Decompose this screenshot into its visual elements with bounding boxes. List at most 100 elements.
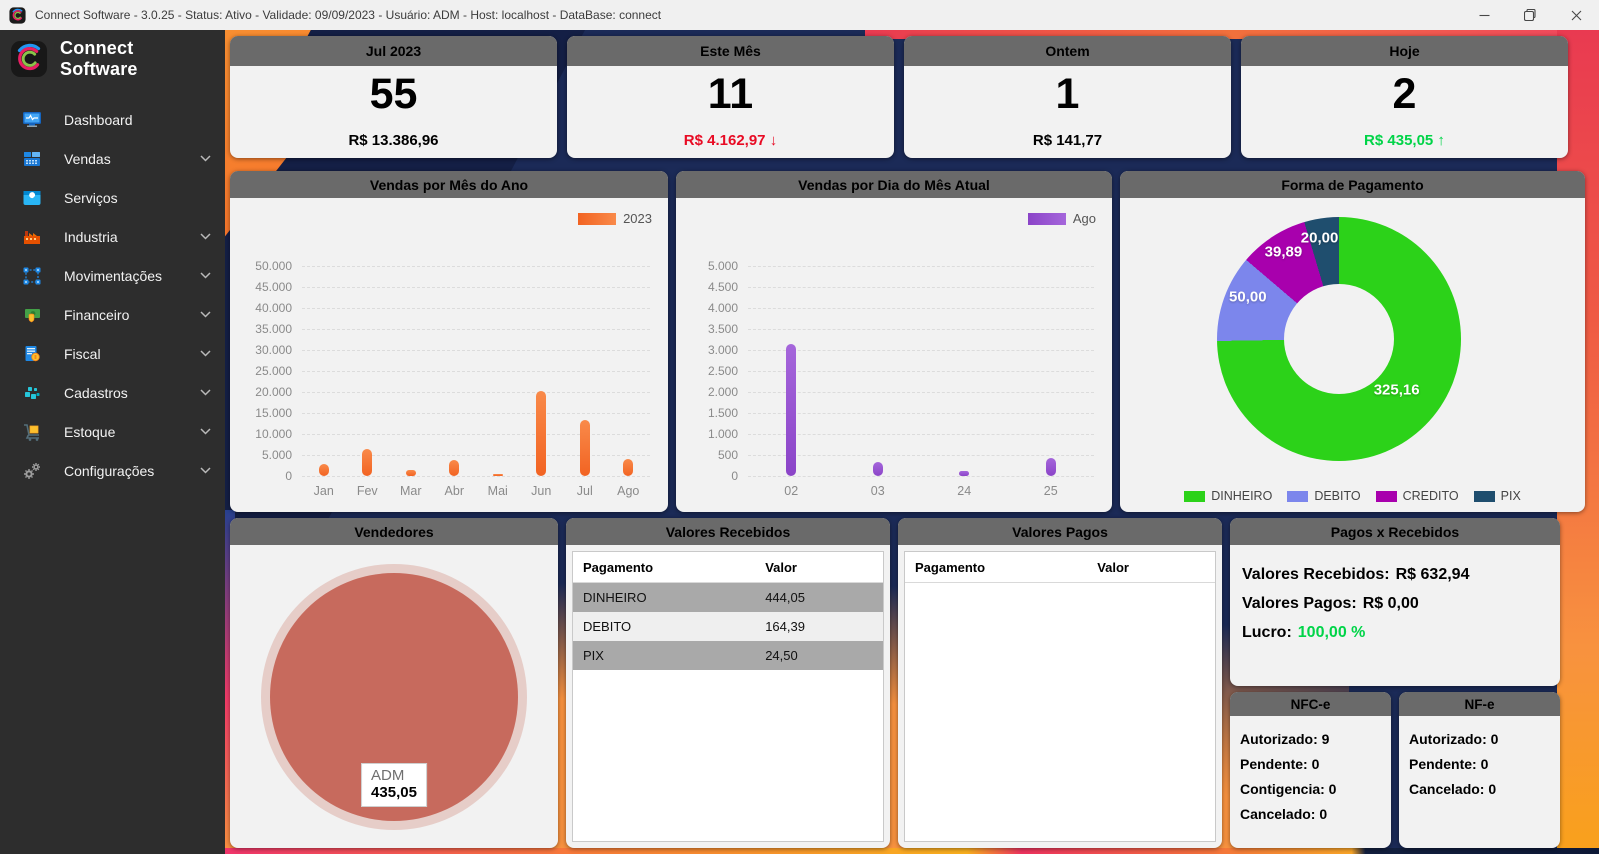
x-axis-tick: Fev — [357, 484, 378, 498]
sidebar-item-label: Configurações — [64, 463, 154, 479]
restore-button[interactable] — [1507, 0, 1553, 30]
gridline — [302, 392, 650, 393]
sidebar-item-configuracoes[interactable]: Configurações — [0, 451, 225, 490]
stat-card-title: Ontem — [1045, 43, 1089, 59]
panel-title: Vendedores — [354, 524, 433, 540]
table-row[interactable]: DEBITO164,39 — [573, 612, 883, 641]
panel-header: NFC-e — [1230, 692, 1391, 716]
sidebar-item-financeiro[interactable]: Financeiro — [0, 295, 225, 334]
stat-card-count: 55 — [230, 73, 557, 116]
panel-header: Vendas por Mês do Ano — [230, 171, 668, 198]
sidebar-item-servicos[interactable]: Serviços — [0, 178, 225, 217]
bar — [362, 449, 372, 476]
sales-icon — [22, 149, 42, 169]
panel-title: Forma de Pagamento — [1281, 177, 1423, 193]
donut-data-label: 50,00 — [1229, 288, 1267, 305]
sidebar-item-dashboard[interactable]: Dashboard — [0, 100, 225, 139]
gridline — [302, 287, 650, 288]
sidebar-item-cadastros[interactable]: Cadastros — [0, 373, 225, 412]
sidebar-item-label: Cadastros — [64, 385, 128, 401]
table-header: Pagamento Valor — [573, 552, 883, 583]
x-axis-tick: 03 — [871, 484, 885, 498]
services-icon — [22, 188, 42, 208]
registers-icon — [22, 383, 42, 403]
x-axis-tick: Abr — [445, 484, 464, 498]
y-axis-tick: 15.000 — [240, 406, 292, 420]
stat-card: Hoje2R$ 435,05 ↑ — [1241, 36, 1568, 158]
status-line: Autorizado: 9 — [1240, 731, 1381, 747]
sidebar-item-vendas[interactable]: Vendas — [0, 139, 225, 178]
chevron-down-icon — [200, 350, 211, 357]
gridline — [748, 476, 1094, 477]
background-shape — [225, 848, 1599, 854]
stat-card-count: 2 — [1241, 73, 1568, 116]
x-axis-tick: Mar — [400, 484, 422, 498]
gridline — [748, 287, 1094, 288]
sidebar-item-label: Estoque — [64, 424, 115, 440]
sidebar-item-fiscal[interactable]: Fiscal — [0, 334, 225, 373]
gridline — [748, 392, 1094, 393]
sidebar: Connect Software DashboardVendasServiços… — [0, 30, 225, 854]
industry-icon — [22, 227, 42, 247]
nfe-panel: NF-e Autorizado: 0Pendente: 0Cancelado: … — [1399, 692, 1560, 848]
finance-icon — [22, 305, 42, 325]
bar — [786, 344, 796, 476]
sidebar-item-label: Fiscal — [64, 346, 101, 362]
sidebar-item-label: Movimentações — [64, 268, 162, 284]
summary-line: Valores Pagos:R$ 0,00 — [1242, 595, 1548, 613]
stat-card-title: Jul 2023 — [366, 43, 421, 59]
summary-value: 100,00 % — [1298, 624, 1366, 641]
legend-swatch — [1184, 491, 1205, 502]
seller-value: 435,05 — [371, 784, 417, 801]
seller-name: ADM — [371, 767, 417, 784]
y-axis-tick: 40.000 — [240, 301, 292, 315]
legend-label: Ago — [1073, 211, 1096, 226]
panel-header: Vendas por Dia do Mês Atual — [676, 171, 1112, 198]
sidebar-item-movimentacoes[interactable]: Movimentações — [0, 256, 225, 295]
panel-title: Valores Recebidos — [666, 524, 791, 540]
gridline — [302, 476, 650, 477]
column-header: Pagamento — [905, 560, 1097, 575]
stat-card-title: Hoje — [1389, 43, 1419, 59]
chart-plot-area: 50.00045.00040.00035.00030.00025.00020.0… — [302, 266, 650, 476]
nfce-panel: NFC-e Autorizado: 9Pendente: 0Contigenci… — [1230, 692, 1391, 848]
minimize-button[interactable] — [1461, 0, 1507, 30]
sidebar-item-industria[interactable]: Industria — [0, 217, 225, 256]
sales-by-day-chart: Ago 5.0004.5004.0003.5003.0002.5002.0001.… — [676, 198, 1112, 512]
window-title: Connect Software - 3.0.25 - Status: Ativ… — [35, 8, 661, 22]
y-axis-tick: 1.500 — [686, 406, 738, 420]
sidebar-item-estoque[interactable]: Estoque — [0, 412, 225, 451]
x-axis-tick: 02 — [784, 484, 798, 498]
x-axis-tick: Mai — [488, 484, 508, 498]
panel-title: Pagos x Recebidos — [1331, 524, 1459, 540]
chart-plot-area: 5.0004.5004.0003.5003.0002.5002.0001.500… — [748, 266, 1094, 476]
legend-label: DEBITO — [1314, 489, 1360, 503]
stat-card-header: Jul 2023 — [230, 36, 557, 66]
donut-data-label: 20,00 — [1301, 229, 1339, 246]
stat-card-title: Este Mês — [700, 43, 761, 59]
chevron-down-icon — [200, 272, 211, 279]
movements-icon — [22, 266, 42, 286]
bar — [536, 391, 546, 476]
bar — [623, 459, 633, 476]
sidebar-item-label: Financeiro — [64, 307, 129, 323]
y-axis-tick: 35.000 — [240, 322, 292, 336]
table-header: Pagamento Valor — [905, 552, 1215, 583]
x-axis-tick: Jan — [314, 484, 334, 498]
panel-title: NFC-e — [1291, 697, 1331, 712]
dashboard-content: Jul 202355R$ 13.386,96Este Mês11R$ 4.162… — [225, 30, 1599, 854]
status-line: Pendente: 0 — [1240, 756, 1381, 772]
table-row[interactable]: PIX24,50 — [573, 641, 883, 670]
sales-by-month-chart: 202350.00045.00040.00035.00030.00025.000… — [230, 198, 668, 512]
y-axis-tick: 4.500 — [686, 280, 738, 294]
chevron-down-icon — [200, 233, 211, 240]
x-axis-tick: 24 — [957, 484, 971, 498]
close-button[interactable] — [1553, 0, 1599, 30]
panel-header: Forma de Pagamento — [1120, 171, 1585, 198]
legend-swatch — [1376, 491, 1397, 502]
sidebar-item-label: Dashboard — [64, 112, 133, 128]
sellers-panel: Vendedores ADM 435,05 — [230, 518, 558, 848]
paid-values-table: Pagamento Valor — [904, 551, 1216, 842]
table-row[interactable]: DINHEIRO444,05 — [573, 583, 883, 612]
gridline — [748, 413, 1094, 414]
